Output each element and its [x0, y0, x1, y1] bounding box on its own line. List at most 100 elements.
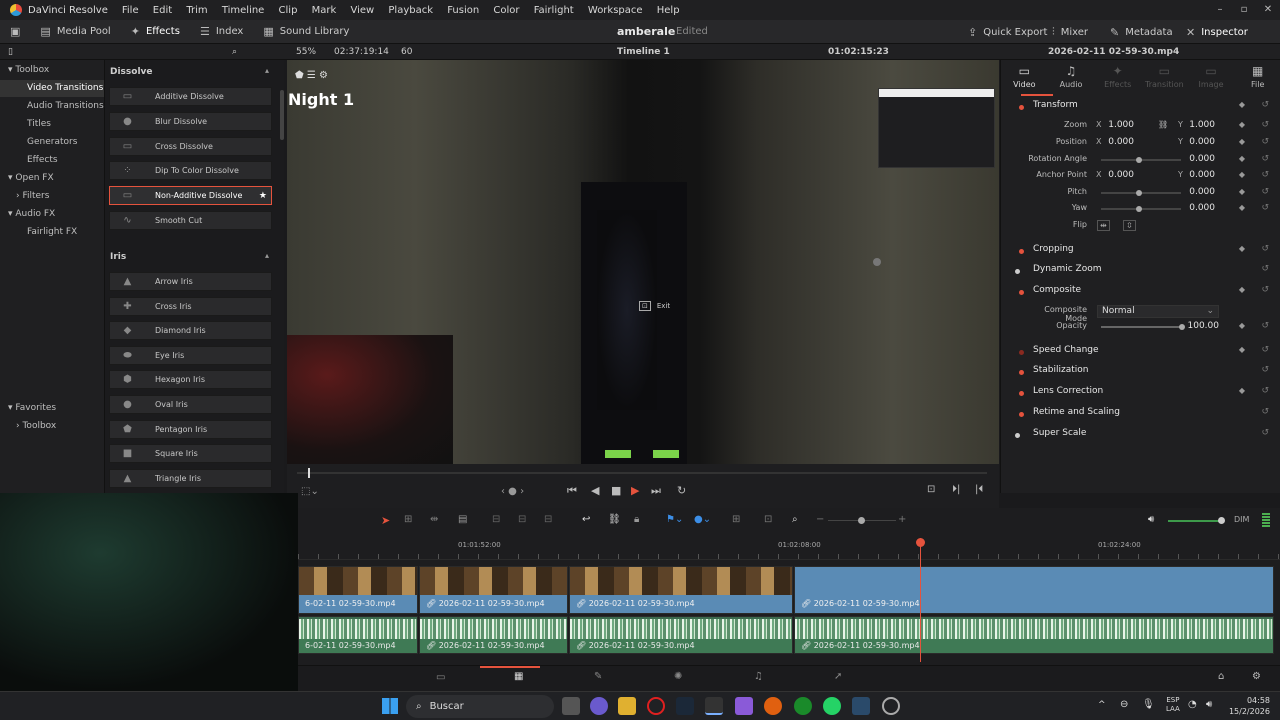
menu-fairlight[interactable]: Fairlight: [534, 5, 574, 16]
video-clip[interactable]: 6-02-11 02-59-30.mp4: [298, 566, 418, 614]
enable-dot-icon[interactable]: [1019, 370, 1024, 375]
sound-library-button[interactable]: ▦ Sound Library: [253, 20, 359, 44]
index-button[interactable]: ☰ Index: [190, 20, 253, 44]
fairlight-page-icon[interactable]: ♫: [754, 671, 763, 682]
network-icon[interactable]: ⊖: [1120, 699, 1128, 710]
video-viewer[interactable]: Night 1 ⬟ ☰ ⚙ ⊡ Exit: [287, 60, 999, 464]
loop-icon[interactable]: ↻: [677, 484, 686, 497]
reset-icon[interactable]: ↺: [1261, 386, 1269, 396]
search-icon[interactable]: ⌕: [232, 44, 237, 60]
transition-item[interactable]: ▲ Arrow Iris: [109, 272, 272, 291]
reset-icon[interactable]: ↺: [1261, 285, 1269, 295]
section-lens-correction[interactable]: Lens Correction ◆ ↺: [1001, 386, 1280, 402]
marker-icon[interactable]: ●⌄: [694, 514, 711, 525]
menu-color[interactable]: Color: [493, 5, 519, 16]
keyframe-icon[interactable]: ◆: [1239, 203, 1245, 212]
overwrite-clip-icon[interactable]: ⊟: [518, 514, 526, 525]
section-composite[interactable]: Composite ◆ ↺: [1001, 285, 1280, 301]
timeline-name[interactable]: Timeline 1: [617, 44, 670, 60]
timeline-ruler[interactable]: 01:01:52:00 01:02:08:00 01:02:24:00: [298, 538, 1280, 560]
enable-dot-icon[interactable]: [1019, 391, 1024, 396]
reset-icon[interactable]: ↺: [1261, 345, 1269, 355]
reset-icon[interactable]: ↺: [1261, 170, 1269, 180]
go-to-end-icon[interactable]: ⏭: [651, 484, 661, 498]
keyframe-icon[interactable]: ◆: [1239, 187, 1245, 196]
yaw-field[interactable]: 0.000: [1187, 203, 1215, 213]
reset-icon[interactable]: ↺: [1261, 244, 1269, 254]
tab-video[interactable]: ▭ Video: [1001, 60, 1048, 96]
blender-icon[interactable]: [764, 697, 782, 715]
opera-icon[interactable]: [647, 697, 665, 715]
dynamic-trim-icon[interactable]: ⇹: [430, 514, 438, 525]
transition-item[interactable]: ⬟ Pentagon Iris: [109, 420, 272, 439]
zoom-icon[interactable]: ⌕: [792, 514, 798, 525]
zoom-x-field[interactable]: 1.000: [1106, 120, 1134, 130]
mark-in-icon[interactable]: ⏵|: [952, 484, 960, 495]
volume-slider[interactable]: [1168, 520, 1220, 522]
close-icon[interactable]: ✕: [1256, 0, 1280, 20]
jog-control-icon[interactable]: ‹ ● ›: [501, 486, 524, 497]
flip-horizontal-icon[interactable]: ⇹: [1097, 220, 1110, 231]
windows-start-icon[interactable]: [382, 698, 398, 714]
task-view-icon[interactable]: [562, 697, 580, 715]
settings-gear-icon[interactable]: ⚙: [1252, 671, 1261, 682]
reset-icon[interactable]: ↺: [1261, 365, 1269, 375]
rotation-field[interactable]: 0.000: [1187, 154, 1215, 164]
steam-icon[interactable]: [676, 697, 694, 715]
position-x-field[interactable]: 0.000: [1106, 137, 1134, 147]
transition-item[interactable]: ◆ Diamond Iris: [109, 321, 272, 340]
mic-icon[interactable]: 🎙︎: [1142, 699, 1155, 710]
menu-workspace[interactable]: Workspace: [588, 5, 643, 16]
blade-tool-icon[interactable]: ▤: [458, 514, 467, 525]
audio-clip[interactable]: 🔗︎ 2026-02-11 02-59-30.mp4: [794, 616, 1274, 654]
transition-item[interactable]: ● Oval Iris: [109, 395, 272, 414]
collapse-icon[interactable]: ▴: [265, 251, 269, 260]
menu-mark[interactable]: Mark: [312, 5, 337, 16]
section-cropping[interactable]: Cropping ◆ ↺: [1001, 244, 1280, 260]
section-transform[interactable]: Transform ◆ ↺: [1001, 100, 1280, 116]
tree-open-fx[interactable]: ▾ Open FX: [0, 170, 104, 187]
menu-fusion[interactable]: Fusion: [447, 5, 479, 16]
mark-out-icon[interactable]: |⏴: [975, 484, 983, 495]
rotation-slider-knob[interactable]: [1136, 157, 1142, 163]
go-to-start-icon[interactable]: ⏮: [567, 484, 577, 498]
edit-page-icon[interactable]: ✎: [594, 671, 602, 682]
xbox-icon[interactable]: [794, 697, 812, 715]
menu-help[interactable]: Help: [657, 5, 680, 16]
tree-titles[interactable]: Titles: [0, 116, 104, 133]
menu-playback[interactable]: Playback: [388, 5, 433, 16]
transition-item[interactable]: ✚ Cross Iris: [109, 297, 272, 316]
tab-effects[interactable]: ✦ Effects: [1094, 60, 1141, 96]
maximize-icon[interactable]: ▫: [1232, 0, 1256, 20]
tree-audio-fx[interactable]: ▾ Audio FX: [0, 206, 104, 223]
tab-file[interactable]: ▦ File: [1234, 60, 1280, 96]
anchor-y-field[interactable]: 0.000: [1187, 170, 1215, 180]
opacity-field[interactable]: 100.00: [1187, 321, 1220, 331]
keyframe-icon[interactable]: ◆: [1239, 244, 1245, 253]
reset-icon[interactable]: ↺: [1261, 428, 1269, 438]
snapping-icon[interactable]: ↩: [582, 514, 590, 525]
flag-icon[interactable]: ⚑⌄: [666, 514, 683, 525]
section-dynamic-zoom[interactable]: Dynamic Zoom ↺: [1001, 264, 1280, 280]
opacity-slider-knob[interactable]: [1179, 324, 1185, 330]
reset-icon[interactable]: ↺: [1261, 137, 1269, 147]
menu-timeline[interactable]: Timeline: [222, 5, 265, 16]
wifi-icon[interactable]: ◔: [1188, 699, 1197, 710]
davinci-taskbar-icon[interactable]: [705, 697, 723, 715]
video-clip[interactable]: 🔗︎ 2026-02-11 02-59-30.mp4: [419, 566, 568, 614]
volume-icon[interactable]: 🔊︎: [1206, 699, 1212, 710]
reset-icon[interactable]: ↺: [1261, 120, 1269, 130]
cut-page-icon[interactable]: ▦: [514, 671, 523, 682]
section-retime[interactable]: Retime and Scaling ↺: [1001, 407, 1280, 423]
transition-item[interactable]: ▲ Triangle Iris: [109, 469, 272, 488]
section-speed-change[interactable]: Speed Change ◆ ↺: [1001, 345, 1280, 361]
reset-icon[interactable]: ↺: [1261, 321, 1269, 331]
pitch-slider-knob[interactable]: [1136, 190, 1142, 196]
tree-effects[interactable]: Effects: [0, 152, 104, 169]
zoom-slider-knob[interactable]: [858, 517, 865, 524]
transition-item[interactable]: ⬢ Hexagon Iris: [109, 370, 272, 389]
yaw-slider-knob[interactable]: [1136, 206, 1142, 212]
keyframe-icon[interactable]: ◆: [1239, 170, 1245, 179]
tree-audio-transitions[interactable]: Audio Transitions: [0, 98, 104, 115]
play-icon[interactable]: ▶: [631, 484, 639, 497]
